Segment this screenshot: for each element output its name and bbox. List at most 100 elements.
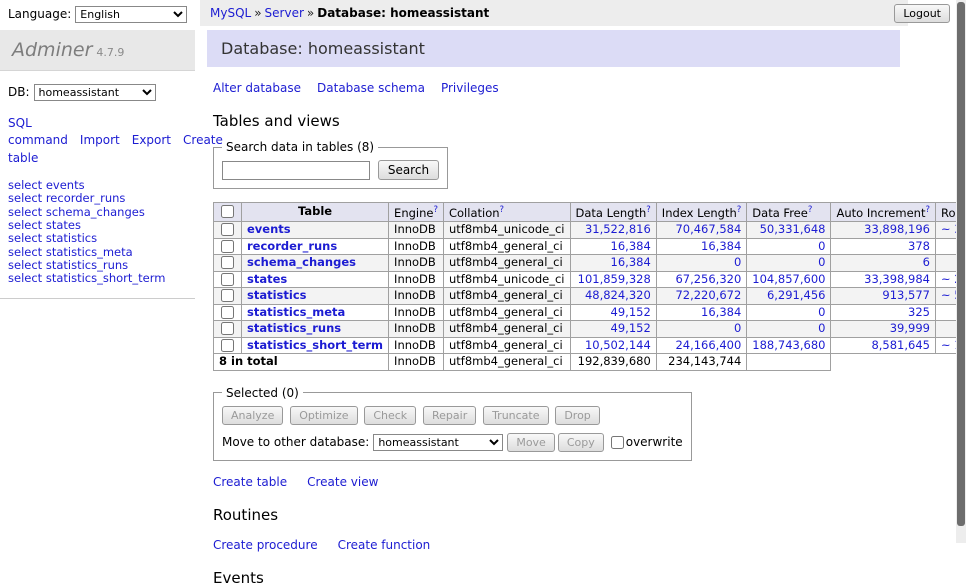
data-length-link[interactable]: 16,384 <box>611 240 651 254</box>
table-name-link[interactable]: recorder_runs <box>247 239 337 253</box>
auto-increment-link[interactable]: 33,898,196 <box>864 223 930 237</box>
data-length-link[interactable]: 31,522,816 <box>585 223 651 237</box>
table-name-link[interactable]: statistics_short_term <box>247 338 383 352</box>
data-free-link[interactable]: 188,743,680 <box>752 339 825 353</box>
search-input[interactable] <box>222 161 370 180</box>
analyze-button[interactable]: Analyze <box>222 406 283 425</box>
data-length-link[interactable]: 16,384 <box>611 256 651 270</box>
check-button[interactable]: Check <box>364 406 416 425</box>
row-checkbox[interactable] <box>221 256 234 269</box>
auto-increment-link[interactable]: 6 <box>923 256 930 270</box>
row-checkbox[interactable] <box>221 273 234 286</box>
col-header-label: Engine <box>394 206 433 220</box>
logout-button[interactable]: Logout <box>894 4 950 23</box>
auto-increment-link[interactable]: 8,581,645 <box>871 339 930 353</box>
index-length-help-link[interactable]: ? <box>737 205 742 215</box>
auto-increment-link[interactable]: 325 <box>908 306 930 320</box>
data-length-link[interactable]: 49,152 <box>611 306 651 320</box>
create-table-link[interactable]: Create table <box>213 475 287 489</box>
create-procedure-link[interactable]: Create procedure <box>213 538 318 552</box>
sidebar-link-export[interactable]: Export <box>132 133 171 147</box>
sidebar-table-link-recorder-runs[interactable]: select recorder_runs <box>8 192 187 205</box>
data-free-link[interactable]: 0 <box>818 322 825 336</box>
privileges-link[interactable]: Privileges <box>441 81 499 95</box>
overwrite-checkbox[interactable] <box>611 436 624 449</box>
scrollbar-thumb[interactable] <box>957 2 965 526</box>
data-length-link[interactable]: 101,859,328 <box>578 273 651 287</box>
table-name-link[interactable]: schema_changes <box>247 255 356 269</box>
row-checkbox[interactable] <box>221 339 234 352</box>
auto-increment-help-link[interactable]: ? <box>925 205 930 215</box>
index-length-link[interactable]: 16,384 <box>701 306 741 320</box>
move-button[interactable]: Move <box>507 433 555 452</box>
select-all-checkbox[interactable] <box>221 205 234 218</box>
data-free-link[interactable]: 0 <box>818 256 825 270</box>
truncate-button[interactable]: Truncate <box>483 406 548 425</box>
create-view-link[interactable]: Create view <box>307 475 378 489</box>
data-free-help-link[interactable]: ? <box>808 205 813 215</box>
row-checkbox[interactable] <box>221 306 234 319</box>
index-length-link[interactable]: 72,220,672 <box>675 289 741 303</box>
sidebar-table-link-statistics-short-term[interactable]: select statistics_short_term <box>8 272 187 285</box>
data-free-link[interactable]: 104,857,600 <box>752 273 825 287</box>
create-function-link[interactable]: Create function <box>338 538 431 552</box>
sidebar-table-link-statistics-meta[interactable]: select statistics_meta <box>8 246 187 259</box>
auto-increment-link[interactable]: 39,999 <box>890 322 930 336</box>
data-length-link[interactable]: 10,502,144 <box>585 339 651 353</box>
data-free-link[interactable]: 0 <box>818 240 825 254</box>
total-label: 8 in total <box>214 354 389 371</box>
data-free-link[interactable]: 50,331,648 <box>760 223 826 237</box>
sidebar-table-link-schema-changes[interactable]: select schema_changes <box>8 206 187 219</box>
adminer-logo[interactable]: Adminer <box>12 39 92 61</box>
data-free-link[interactable]: 6,291,456 <box>767 289 826 303</box>
optimize-button[interactable]: Optimize <box>290 406 357 425</box>
drop-button[interactable]: Drop <box>555 406 599 425</box>
repair-button[interactable]: Repair <box>423 406 476 425</box>
index-length-link[interactable]: 16,384 <box>701 240 741 254</box>
move-database-select[interactable]: homeassistant <box>373 434 503 451</box>
page-title: Database: homeassistant <box>207 30 900 67</box>
row-checkbox[interactable] <box>221 322 234 335</box>
table-name-link[interactable]: statistics_runs <box>247 321 341 335</box>
row-checkbox[interactable] <box>221 240 234 253</box>
sidebar-table-link-events[interactable]: select events <box>8 179 187 192</box>
row-checkbox[interactable] <box>221 289 234 302</box>
table-name-link[interactable]: events <box>247 222 291 236</box>
index-length-link[interactable]: 70,467,584 <box>675 223 741 237</box>
data-length-link[interactable]: 48,824,320 <box>585 289 651 303</box>
db-selector-row: DB:homeassistant <box>0 71 195 105</box>
data-length-help-link[interactable]: ? <box>646 205 651 215</box>
db-select[interactable]: homeassistant <box>34 84 156 101</box>
engine-help-link[interactable]: ? <box>433 205 438 215</box>
index-length-link[interactable]: 0 <box>734 256 741 270</box>
table-row: statistics_metaInnoDButf8mb4_general_ci4… <box>214 304 966 321</box>
data-length-link[interactable]: 49,152 <box>611 322 651 336</box>
sidebar-table-link-states[interactable]: select states <box>8 219 187 232</box>
table-name-link[interactable]: statistics_meta <box>247 305 345 319</box>
index-length-link[interactable]: 24,166,400 <box>675 339 741 353</box>
table-name-link[interactable]: states <box>247 272 287 286</box>
auto-increment-link[interactable]: 33,398,984 <box>864 273 930 287</box>
table-name-link[interactable]: statistics <box>247 288 307 302</box>
breadcrumb-server-link[interactable]: Server <box>265 6 304 20</box>
sidebar-link-import[interactable]: Import <box>80 133 120 147</box>
sidebar-link-sql-command[interactable]: SQL command <box>8 116 68 147</box>
auto-increment-link[interactable]: 378 <box>908 240 930 254</box>
search-button[interactable]: Search <box>378 160 439 180</box>
alter-database-link[interactable]: Alter database <box>213 81 301 95</box>
sidebar-table-link-statistics[interactable]: select statistics <box>8 232 187 245</box>
row-checkbox[interactable] <box>221 223 234 236</box>
breadcrumb-separator: » <box>254 6 261 20</box>
database-schema-link[interactable]: Database schema <box>317 81 425 95</box>
breadcrumb-mysql-link[interactable]: MySQL <box>210 6 251 20</box>
index-length-link[interactable]: 0 <box>734 322 741 336</box>
sidebar-table-link-statistics-runs[interactable]: select statistics_runs <box>8 259 187 272</box>
data-free-link[interactable]: 0 <box>818 306 825 320</box>
scrollbar[interactable] <box>956 0 966 543</box>
language-select[interactable]: English <box>75 6 187 23</box>
table-name-cell: schema_changes <box>242 255 389 272</box>
collation-help-link[interactable]: ? <box>500 205 505 215</box>
index-length-link[interactable]: 67,256,320 <box>675 273 741 287</box>
auto-increment-link[interactable]: 913,577 <box>882 289 930 303</box>
copy-button[interactable]: Copy <box>558 433 604 452</box>
